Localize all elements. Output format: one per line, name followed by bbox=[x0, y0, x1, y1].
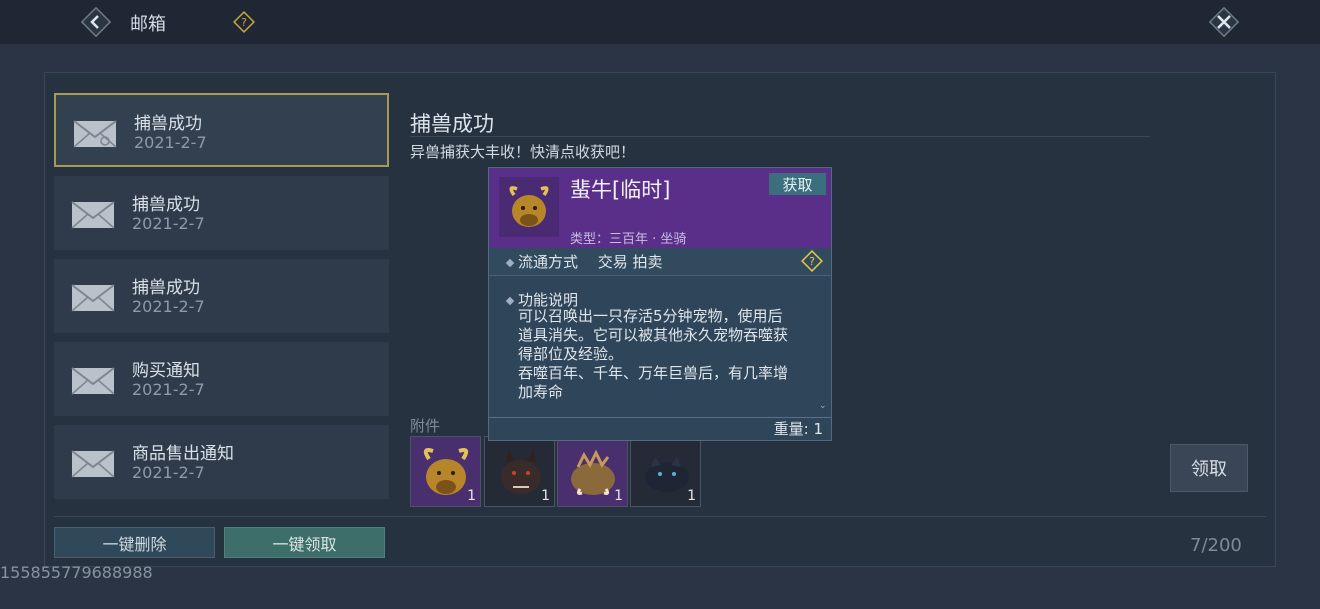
user-id: 155855779688988 bbox=[0, 563, 153, 582]
item-weight: 重量: 1 bbox=[773, 420, 823, 438]
question-icon: ? bbox=[801, 250, 823, 272]
mail-date: 2021-2-7 bbox=[132, 380, 205, 399]
mail-title: 商品售出通知 bbox=[132, 444, 234, 464]
divider bbox=[410, 136, 1150, 137]
attachment-slot[interactable]: 1 bbox=[484, 436, 555, 507]
mail-title: 捕兽成功 bbox=[132, 195, 200, 215]
scroll-down-icon[interactable]: ⌄ bbox=[819, 401, 827, 411]
mail-detail-title: 捕兽成功 bbox=[410, 112, 494, 136]
attachments-label: 附件 bbox=[410, 417, 441, 435]
attachment-count: 1 bbox=[467, 488, 476, 504]
mail-title: 捕兽成功 bbox=[134, 114, 202, 134]
page-title: 邮箱 bbox=[130, 14, 166, 35]
attachment-slot[interactable]: 1 bbox=[630, 436, 701, 507]
mail-item[interactable]: 商品售出通知 2021-2-7 bbox=[54, 425, 389, 499]
mail-title: 购买通知 bbox=[132, 361, 200, 381]
mail-item[interactable]: 捕兽成功 2021-2-7 bbox=[54, 259, 389, 333]
close-icon bbox=[1208, 6, 1240, 38]
mail-icon bbox=[73, 120, 117, 148]
claim-all-button[interactable]: 一键领取 bbox=[224, 527, 385, 558]
mail-item[interactable]: 捕兽成功 2021-2-7 bbox=[54, 176, 389, 250]
attachment-count: 1 bbox=[687, 488, 696, 504]
circulation-text: 流通方式 交易 拍卖 bbox=[518, 253, 663, 271]
description-line: 道具消失。它可以被其他永久宠物吞噬获 bbox=[518, 326, 789, 344]
attachment-count: 1 bbox=[614, 488, 623, 504]
mail-date: 2021-2-7 bbox=[134, 133, 207, 152]
description-line: 加寿命 bbox=[518, 383, 564, 401]
attachment-slot[interactable]: 1 bbox=[557, 436, 628, 507]
bull-mount-icon bbox=[499, 177, 559, 237]
mail-item[interactable]: 购买通知 2021-2-7 bbox=[54, 342, 389, 416]
description-line: 可以召唤出一只存活5分钟宠物，使用后 bbox=[518, 307, 783, 325]
help-button[interactable]: ? bbox=[233, 11, 255, 33]
description-line: 吞噬百年、千年、万年巨兽后，有几率增 bbox=[518, 364, 789, 382]
divider bbox=[54, 516, 1266, 517]
tooltip-header: 蜚牛[临时] 获取 类型：三百年 · 坐骑 bbox=[489, 168, 831, 248]
item-name: 蜚牛[临时] bbox=[570, 178, 671, 202]
mail-date: 2021-2-7 bbox=[132, 463, 205, 482]
mail-count: 7/200 bbox=[1190, 535, 1242, 556]
mail-date: 2021-2-7 bbox=[132, 297, 205, 316]
mail-item[interactable]: 捕兽成功 2021-2-7 bbox=[54, 93, 389, 167]
mail-icon bbox=[71, 450, 115, 478]
svg-text:?: ? bbox=[241, 16, 247, 29]
mail-title: 捕兽成功 bbox=[132, 278, 200, 298]
question-icon: ? bbox=[233, 11, 255, 33]
claim-button[interactable]: 领取 bbox=[1170, 444, 1248, 492]
get-button[interactable]: 获取 bbox=[769, 173, 826, 195]
top-bar bbox=[0, 0, 1320, 44]
description-line: 得部位及经验。 bbox=[518, 345, 624, 363]
delete-all-button[interactable]: 一键删除 bbox=[54, 527, 215, 558]
mail-icon bbox=[71, 201, 115, 229]
attachment-count: 1 bbox=[541, 488, 550, 504]
mail-detail-body: 异兽捕获大丰收！快清点收获吧！ bbox=[410, 143, 636, 161]
circulation-row: 流通方式 交易 拍卖 bbox=[489, 248, 831, 276]
function-description: 可以召唤出一只存活5分钟宠物，使用后 道具消失。它可以被其他永久宠物吞噬获 得部… bbox=[518, 307, 818, 402]
mail-icon bbox=[71, 367, 115, 395]
item-type: 类型：三百年 · 坐骑 bbox=[570, 232, 687, 247]
svg-text:?: ? bbox=[809, 255, 815, 268]
item-tooltip: 蜚牛[临时] 获取 类型：三百年 · 坐骑 流通方式 交易 拍卖 ? 功能说明 … bbox=[488, 167, 832, 441]
bullet-icon bbox=[505, 296, 515, 305]
attachment-slot[interactable]: 1 bbox=[410, 436, 481, 507]
mail-date: 2021-2-7 bbox=[132, 214, 205, 233]
mail-icon bbox=[71, 284, 115, 312]
close-button[interactable] bbox=[1206, 4, 1242, 40]
back-arrow-icon bbox=[80, 6, 112, 38]
tooltip-help-button[interactable]: ? bbox=[801, 250, 823, 272]
bullet-icon bbox=[505, 258, 515, 267]
back-button[interactable] bbox=[80, 6, 112, 38]
